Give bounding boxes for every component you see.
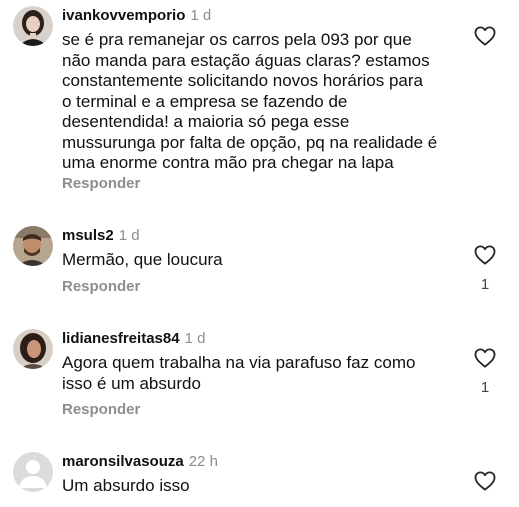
username-link[interactable]: msuls2 [62, 227, 114, 244]
comment-header: msuls2 1 d [62, 227, 140, 245]
comment-text: se é pra remanejar os carros pela 093 po… [62, 30, 482, 174]
comment-timestamp: 1 d [190, 7, 212, 24]
reply-button[interactable]: Responder [62, 175, 140, 193]
comment-timestamp: 1 d [118, 227, 140, 244]
heart-outline-icon[interactable] [474, 471, 496, 491]
comment-text: Agora quem trabalha na via parafuso faz … [62, 353, 482, 394]
avatar[interactable] [13, 226, 53, 266]
heart-outline-icon[interactable] [474, 26, 496, 46]
comment-text-line: o terminal e a empresa se fazendo de [62, 91, 348, 111]
heart-outline-icon[interactable] [474, 245, 496, 265]
reply-button[interactable]: Responder [62, 278, 140, 296]
comments-list: ivankovvemporio 1 d se é pra remanejar os… [0, 0, 519, 507]
comment-text-line: se é pra remanejar os carros pela 093 po… [62, 30, 412, 49]
username-link[interactable]: ivankovvemporio [62, 7, 185, 24]
comment-timestamp: 22 h [188, 453, 218, 470]
comment-text: Mermão, que loucura [62, 250, 482, 271]
avatar[interactable] [13, 329, 53, 369]
like-count[interactable]: 1 [475, 276, 495, 293]
comment-text-line: Agora quem trabalha na via parafuso faz … [62, 353, 416, 372]
comment-text-line: mussurunga por falta de opção, pq na rea… [62, 132, 438, 152]
avatar[interactable] [13, 6, 53, 46]
username-link[interactable]: lidianesfreitas84 [62, 330, 180, 347]
comment-text-line: não manda para estação águas claras? est… [62, 50, 430, 70]
comment-text-line: isso é um absurdo [62, 373, 201, 393]
comment-text: Um absurdo isso [62, 476, 482, 497]
heart-outline-icon[interactable] [474, 348, 496, 368]
comment-header: maronsilvasouza 22 h [62, 453, 218, 471]
like-count[interactable]: 1 [475, 379, 495, 396]
comment-text-line: desentendida! a maioria só pega esse [62, 112, 350, 131]
comment-text-line: constantemente solicitando novos horário… [62, 71, 423, 90]
comment-text-line: uma enorme contra mão pra chegar na lapa [62, 153, 394, 172]
reply-button[interactable]: Responder [62, 401, 140, 419]
default-user-avatar[interactable] [13, 452, 53, 492]
comment-header: lidianesfreitas84 1 d [62, 330, 205, 348]
comment-text-line: Um absurdo isso [62, 476, 190, 495]
comment-timestamp: 1 d [184, 330, 206, 347]
username-link[interactable]: maronsilvasouza [62, 453, 184, 470]
comment-text-line: Mermão, que loucura [62, 250, 223, 269]
comment-header: ivankovvemporio 1 d [62, 7, 211, 25]
